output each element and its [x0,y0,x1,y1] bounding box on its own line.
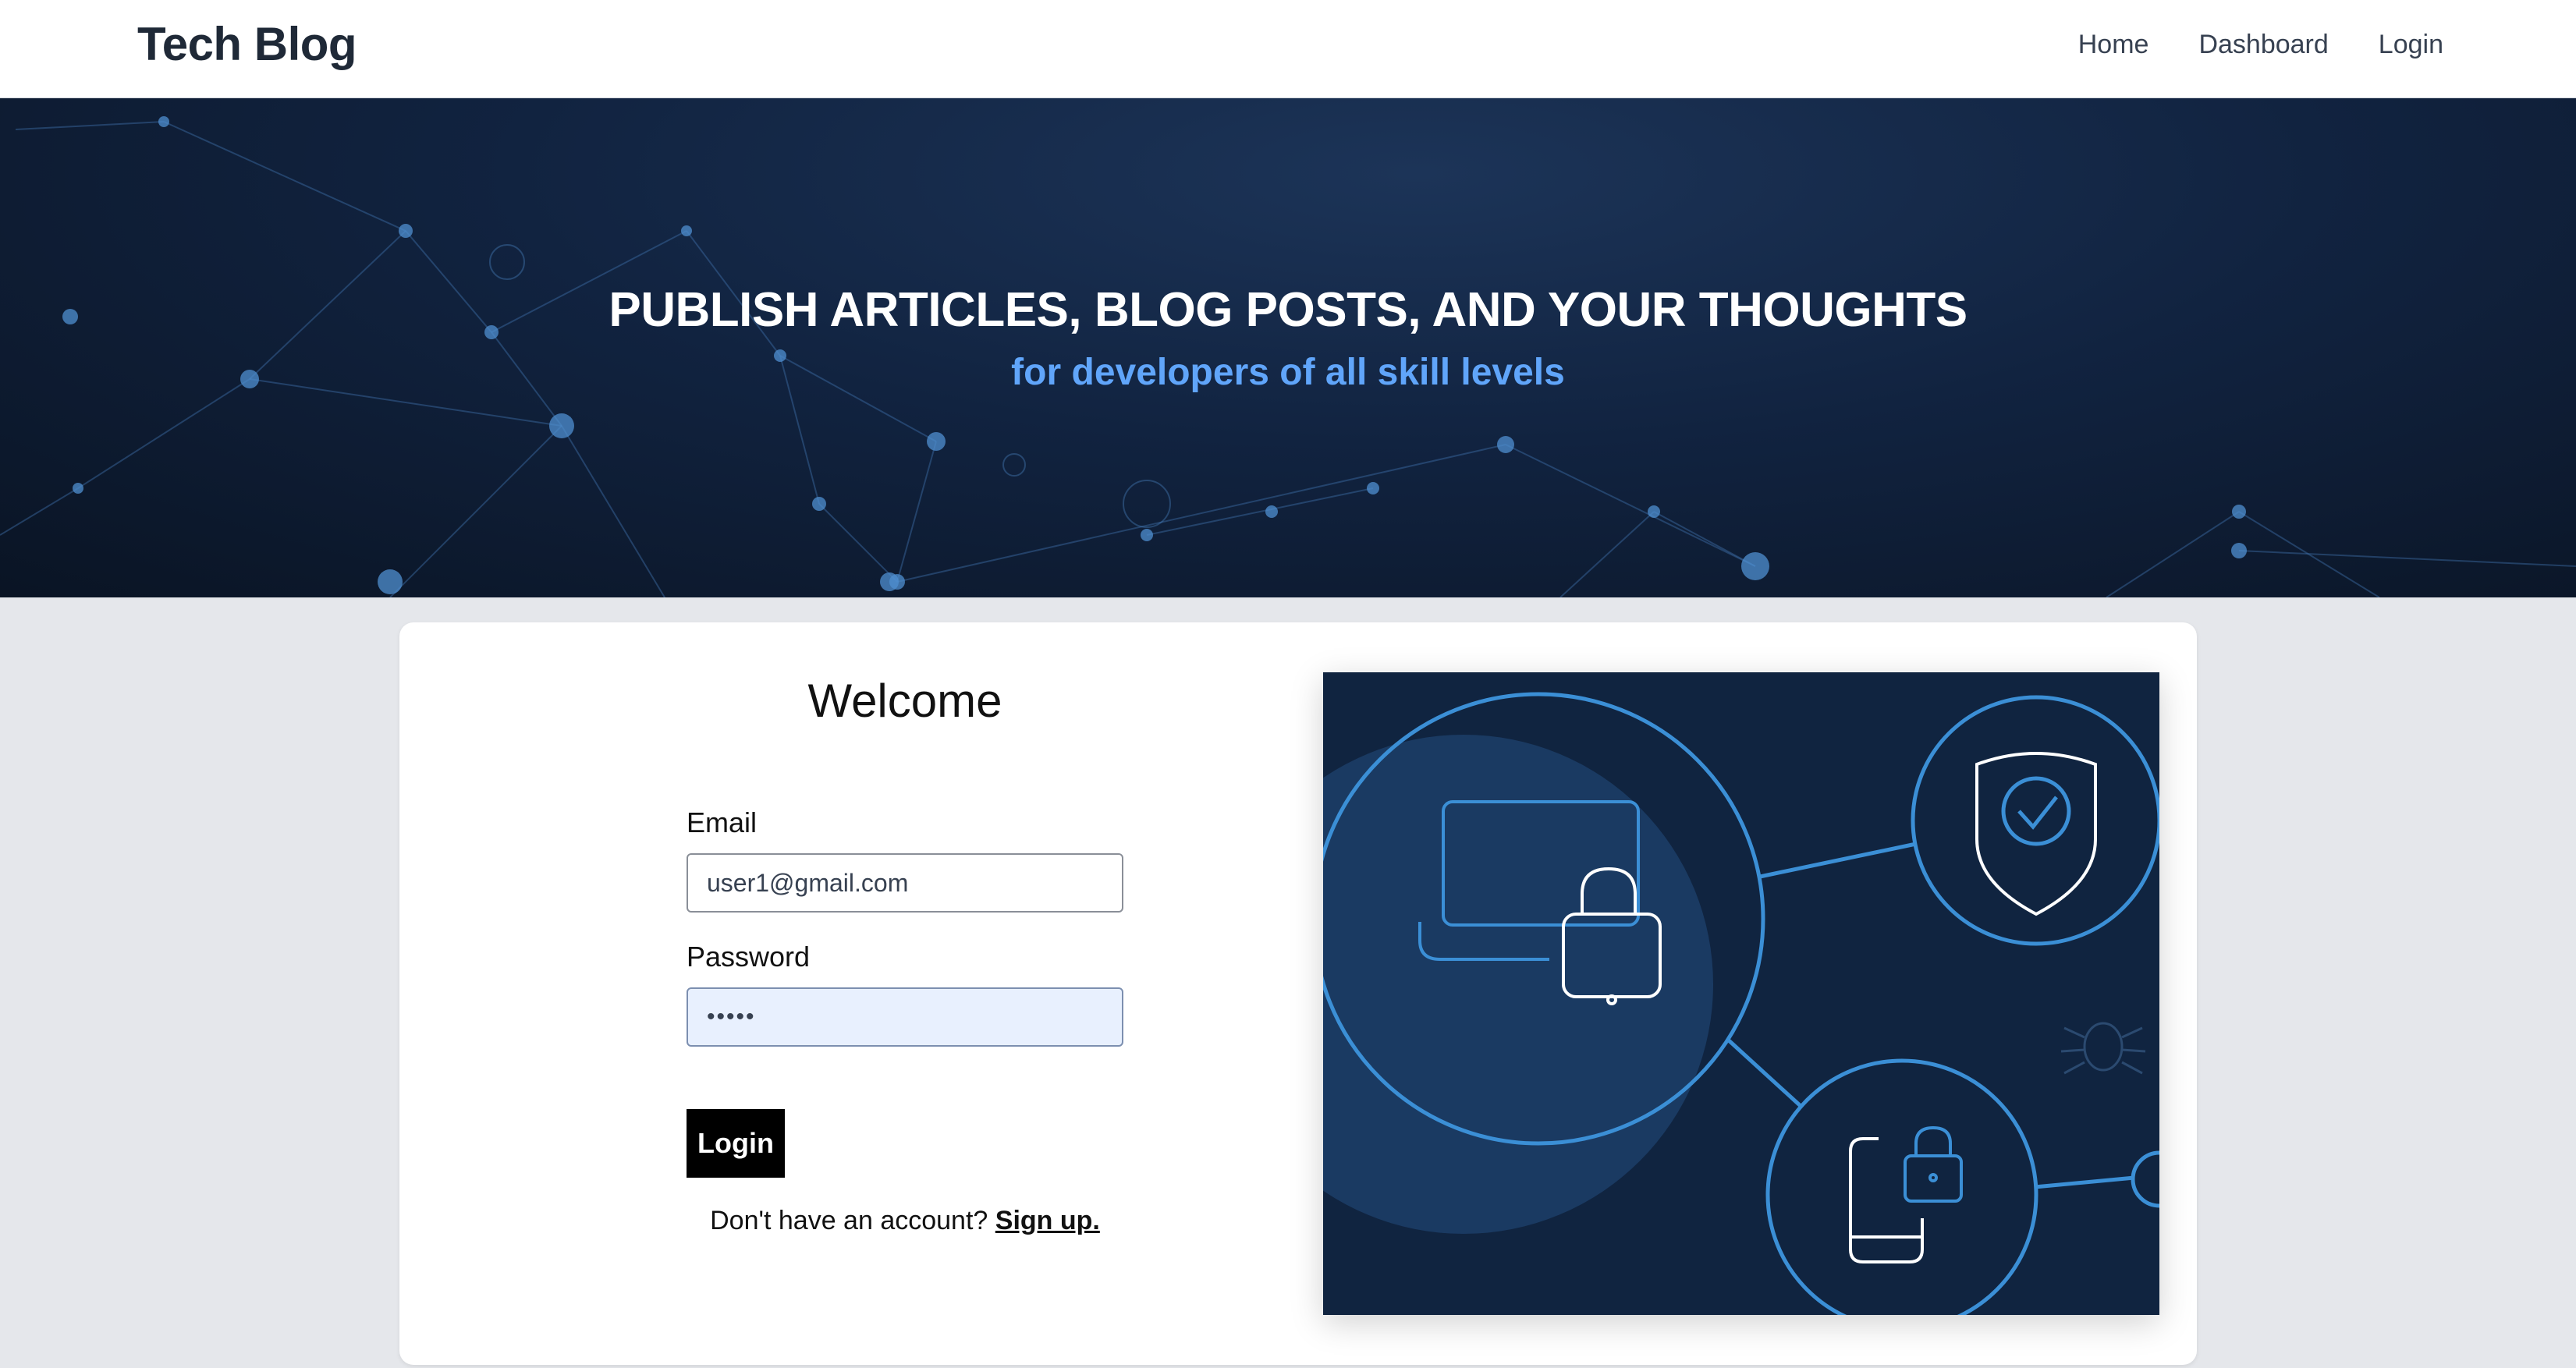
email-label: Email [687,806,758,838]
hero-subtitle: for developers of all skill levels [1011,352,1565,393]
hero-banner: PUBLISH ARTICLES, BLOG POSTS, AND YOUR T… [0,98,2576,597]
password-label: Password [687,941,811,973]
network-background-graphic [0,116,2576,597]
hero-title: PUBLISH ARTICLES, BLOG POSTS, AND YOUR T… [609,283,1967,337]
signup-prompt: Don't have an account? [710,1206,988,1235]
signup-link[interactable]: Sign up. [995,1206,1100,1235]
email-field[interactable] [687,853,1123,913]
nav-link-home[interactable]: Home [2078,30,2149,60]
security-illustration [1323,672,2159,1315]
nav-link-login[interactable]: Login [2379,30,2443,60]
nav-links: Home Dashboard Login [2078,30,2443,60]
brand-logo[interactable]: Tech Blog [137,17,357,71]
signup-row: Don't have an account? Sign up. [399,1206,1410,1236]
login-button[interactable]: Login [687,1109,785,1178]
login-card: Welcome Email Password Login Don't have … [399,622,2197,1365]
bug-icon [2060,1022,2146,1075]
phone-lock-icon [1849,1125,1963,1263]
password-field[interactable] [687,987,1123,1047]
nav-link-dashboard[interactable]: Dashboard [2198,30,2328,60]
welcome-heading: Welcome [807,675,1002,727]
shield-check-icon [1975,752,2097,916]
navbar: Tech Blog Home Dashboard Login [0,0,2576,98]
